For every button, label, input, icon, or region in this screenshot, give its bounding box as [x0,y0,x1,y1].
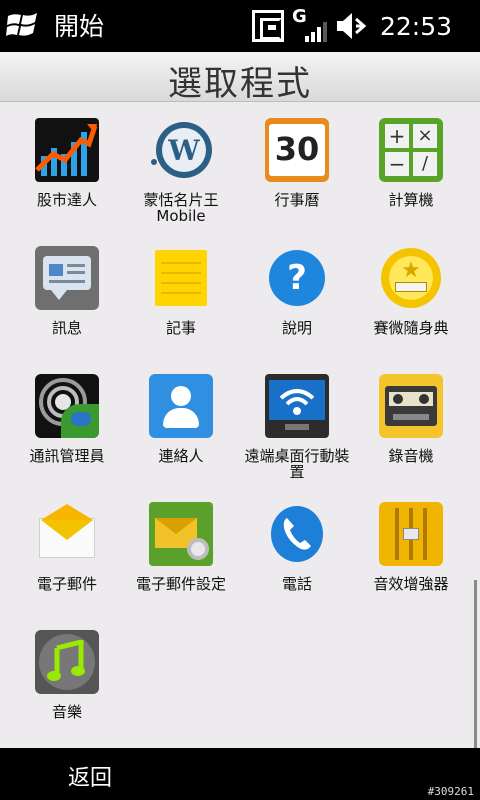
title-bar: 選取程式 [0,52,480,104]
app-label: 行事曆 [274,191,320,209]
app-item[interactable]: 電話 [238,502,356,592]
app-item[interactable]: + × − / 計算機 [352,118,470,208]
remote-desktop-icon [265,374,329,438]
svg-text:W: W [167,134,200,167]
scrollbar-thumb[interactable] [474,580,477,748]
equalizer-icon [379,502,443,566]
app-item[interactable]: ★ 賽微隨身典 [352,246,470,336]
dictionary-icon: ★ [379,246,443,310]
help-glyph: ? [287,258,307,298]
app-label: 訊息 [51,319,82,337]
app-item[interactable]: 通訊管理員 [8,374,126,464]
app-item[interactable]: 音效增強器 [352,502,470,592]
app-label: 電話 [281,575,312,593]
notes-icon [149,246,213,310]
calculator-icon: + × − / [379,118,443,182]
app-item[interactable]: 電子郵件設定 [122,502,240,592]
app-label: 連絡人 [158,447,204,465]
stock-chart-icon [35,118,99,182]
clock[interactable]: 22:53 [380,10,452,44]
business-card-icon: W [149,118,213,182]
app-item[interactable]: 音樂 [8,630,126,720]
page-title: 選取程式 [168,64,312,104]
data-connection-icon[interactable] [252,10,284,42]
network-type-label: G [292,6,307,27]
app-item[interactable]: 訊息 [8,246,126,336]
volume-muted-icon[interactable] [334,10,368,42]
cassette-recorder-icon [379,374,443,438]
email-icon [35,502,99,566]
app-label: 音樂 [51,703,82,721]
status-bar: 開始 G 22:53 [0,0,480,52]
calendar-date: 30 [274,130,320,168]
phone-icon [265,502,329,566]
app-item[interactable]: 30 行事曆 [238,118,356,208]
app-label: 音效增強器 [373,575,449,593]
app-item[interactable]: 記事 [122,246,240,336]
program-list[interactable]: 股市達人 W 蒙恬名片王 Mobile 30 行事曆 + × − / 計算機 訊… [0,102,480,748]
app-label: 賽微隨身典 [373,319,449,337]
message-icon [35,246,99,310]
app-item[interactable]: 電子郵件 [8,502,126,592]
app-item[interactable]: 錄音機 [352,374,470,464]
start-label[interactable]: 開始 [54,10,104,44]
app-item[interactable]: 連絡人 [122,374,240,464]
contacts-icon [149,374,213,438]
app-label: 通訊管理員 [29,447,105,465]
watermark: #309261 [427,785,474,798]
music-icon [35,630,99,694]
app-label: 說明 [281,319,312,337]
calendar-icon: 30 [265,118,329,182]
comm-manager-icon [35,374,99,438]
app-label: 電子郵件設定 [135,575,226,593]
windows-start-icon[interactable] [6,10,40,40]
back-button[interactable]: 返回 [68,760,112,792]
app-item[interactable]: ? 說明 [238,246,356,336]
app-item[interactable]: 股市達人 [8,118,126,208]
app-label: 錄音機 [388,447,434,465]
app-item[interactable]: W 蒙恬名片王 Mobile [122,118,240,224]
app-label: 電子郵件 [36,575,97,593]
app-label: 遠端桌面行動裝置 [244,447,350,481]
app-item[interactable]: 遠端桌面行動裝置 [238,374,356,480]
app-label: 股市達人 [36,191,97,209]
app-label: 記事 [165,319,196,337]
bottom-softkey-bar: 返回 #309261 [0,748,480,800]
signal-strength-icon[interactable]: G [292,6,327,44]
app-label: 蒙恬名片王 Mobile [143,191,219,225]
app-label: 計算機 [388,191,434,209]
help-icon: ? [265,246,329,310]
email-setup-icon [149,502,213,566]
